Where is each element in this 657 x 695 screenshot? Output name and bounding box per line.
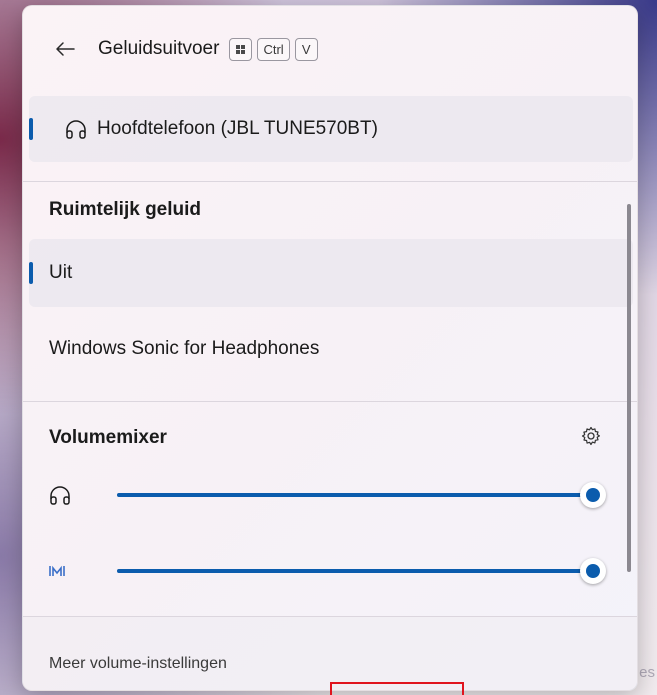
scrollbar[interactable]: [627, 204, 631, 572]
app-logo-icon: [49, 565, 89, 577]
slider-thumb[interactable]: [580, 558, 606, 584]
headphones-icon: [66, 120, 86, 139]
background-partial-text: es: [639, 664, 655, 681]
keyboard-shortcut: Ctrl V: [229, 37, 318, 61]
ctrl-key: Ctrl: [257, 37, 290, 61]
slider-fill: [117, 493, 593, 497]
spatial-option-windows-sonic[interactable]: Windows Sonic for Headphones: [29, 315, 633, 383]
back-button[interactable]: [51, 35, 79, 63]
slider-thumb[interactable]: [580, 482, 606, 508]
output-device-item[interactable]: Hoofdtelefoon (JBL TUNE570BT): [29, 96, 633, 162]
flyout-header: Geluidsuitvoer Ctrl V: [23, 6, 637, 92]
selection-indicator: [29, 118, 33, 140]
v-key: V: [294, 37, 318, 61]
flyout-footer: Meer volume-instellingen: [23, 616, 637, 690]
spatial-sound-title: Ruimtelijk geluid: [49, 199, 202, 220]
option-label: Windows Sonic for Headphones: [49, 338, 320, 359]
volume-mixer-settings-button[interactable]: [581, 426, 601, 451]
sound-output-flyout: Geluidsuitvoer Ctrl V Hoofdtelefoon (JBL…: [22, 5, 638, 691]
annotation-highlight-box: [330, 682, 464, 695]
device-label: Hoofdtelefoon (JBL TUNE570BT): [97, 118, 378, 139]
windows-logo-icon: [236, 44, 246, 54]
volume-slider-app[interactable]: [117, 558, 606, 584]
volume-slider-row-headphones: [49, 475, 609, 515]
windows-key: [229, 37, 253, 61]
volume-slider-headphones[interactable]: [117, 482, 606, 508]
selection-indicator: [29, 262, 33, 284]
divider: [23, 401, 637, 402]
arrow-left-icon: [56, 42, 75, 56]
divider: [23, 181, 637, 182]
spatial-option-off[interactable]: Uit: [29, 239, 633, 307]
volume-slider-row-app: [49, 551, 609, 591]
more-volume-settings-link[interactable]: Meer volume-instellingen: [49, 655, 227, 673]
headphones-icon: [49, 485, 89, 505]
volume-mixer-title: Volumemixer: [49, 427, 167, 448]
slider-fill: [117, 569, 593, 573]
gear-icon: [581, 426, 600, 446]
option-label: Uit: [49, 262, 73, 283]
page-title: Geluidsuitvoer: [98, 38, 220, 59]
